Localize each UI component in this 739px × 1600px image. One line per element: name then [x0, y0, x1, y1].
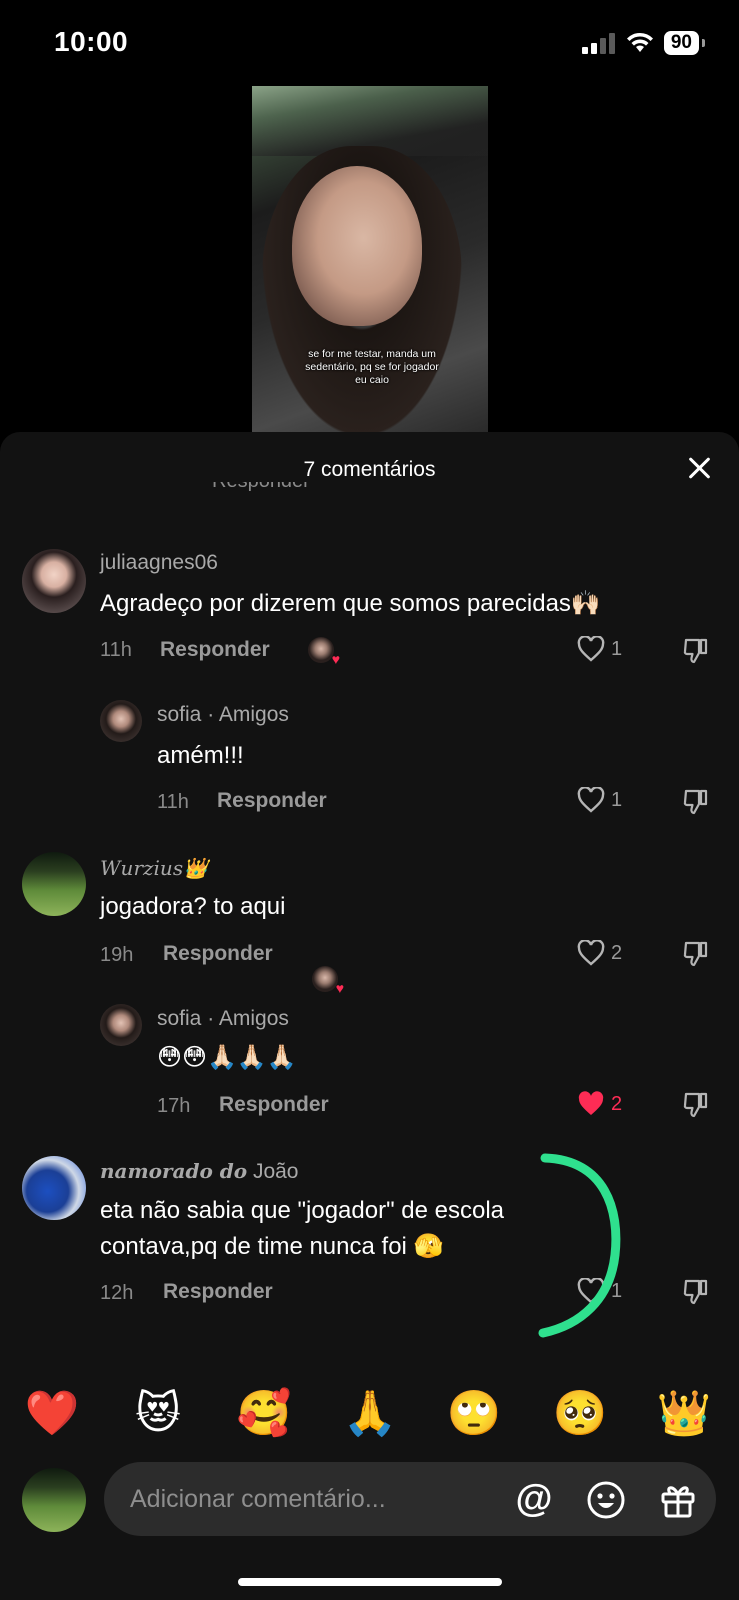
comment-input-placeholder: Adicionar comentário... — [130, 1485, 386, 1513]
comment-username[interactable]: sofia · Amigos — [157, 1007, 289, 1031]
comment-time: 19h — [100, 944, 134, 966]
comment-time: 11h — [100, 639, 132, 661]
comment-username[interactable]: namorado do João — [100, 1159, 298, 1184]
emoji-pleading[interactable]: 🥺 — [550, 1386, 610, 1442]
emoji-eye-roll[interactable]: 🙄 — [444, 1386, 504, 1442]
like-button[interactable]: 1 — [577, 787, 622, 813]
video-preview[interactable]: se for me testar, manda um sedentário, p… — [252, 86, 488, 432]
avatar[interactable] — [100, 1004, 142, 1046]
avatar[interactable] — [100, 700, 142, 742]
comment-username[interactable]: sofia · Amigos — [157, 703, 289, 727]
creator-liked-badge: ♥ — [312, 966, 344, 996]
emoji-quick-bar: ❤️ 😻 🥰 🙏 🙄 🥺 👑 — [0, 1386, 739, 1442]
like-button[interactable]: 2 — [577, 940, 622, 966]
dislike-icon[interactable] — [682, 788, 710, 816]
emoji-heart[interactable]: ❤️ — [22, 1386, 82, 1442]
comment-username[interactable]: juliaagnes06 — [100, 551, 218, 575]
creator-liked-badge: ♥ — [308, 637, 340, 667]
like-count: 1 — [611, 788, 623, 811]
comment-text: Agradeço por dizerem que somos parecidas… — [100, 590, 601, 617]
heart-icon: ♥ — [331, 651, 340, 667]
emoji-crown[interactable]: 👑 — [654, 1386, 714, 1442]
dislike-icon[interactable] — [682, 940, 710, 968]
like-button[interactable]: 1 — [577, 636, 622, 662]
heart-outline-icon — [577, 636, 605, 662]
like-count: 2 — [611, 1092, 623, 1115]
clipped-previous-comment-meta: Responder — [150, 482, 710, 508]
username-styled-part: namorado do — [100, 1159, 248, 1183]
avatar[interactable] — [22, 852, 86, 916]
reply-button[interactable]: Responder — [160, 638, 270, 662]
battery-indicator: 90 — [663, 31, 706, 55]
comment-text: amém!!! — [157, 742, 244, 769]
clipped-reply-label: Responder — [212, 482, 310, 492]
comment-time: 12h — [100, 1282, 134, 1304]
like-button[interactable]: 2 — [577, 1091, 622, 1117]
like-count: 2 — [611, 941, 623, 964]
mention-icon[interactable]: @ — [514, 1478, 554, 1520]
comment-time: 11h — [157, 791, 189, 813]
comment-time: 17h — [157, 1095, 191, 1117]
comments-count-title: 7 comentários — [303, 458, 436, 481]
signal-icon — [581, 33, 615, 54]
username-plain-part: João — [247, 1160, 299, 1183]
comment-text: jogadora? to aqui — [100, 893, 286, 920]
dislike-icon[interactable] — [682, 1278, 710, 1306]
green-annotation-bracket — [538, 1153, 621, 1338]
home-indicator — [238, 1578, 502, 1586]
gift-icon[interactable] — [658, 1480, 698, 1520]
comment-username[interactable]: 𝑊𝑢𝑟𝑧𝑖𝑢𝑠👑 — [100, 856, 208, 880]
reply-button[interactable]: Responder — [217, 789, 327, 813]
heart-outline-icon — [577, 787, 605, 813]
dislike-icon[interactable] — [682, 1091, 710, 1119]
avatar[interactable] — [22, 549, 86, 613]
heart-filled-icon — [578, 1091, 604, 1115]
reply-button[interactable]: Responder — [163, 942, 273, 966]
emoji-picker-icon[interactable] — [586, 1480, 626, 1520]
heart-icon: ♥ — [335, 980, 344, 996]
face-shape — [292, 166, 422, 326]
avatar[interactable] — [22, 1156, 86, 1220]
status-icons: 90 — [581, 30, 706, 56]
reply-button[interactable]: Responder — [219, 1093, 329, 1117]
wifi-icon — [626, 32, 653, 52]
emoji-smiling-hearts[interactable]: 🥰 — [234, 1386, 294, 1442]
status-time: 10:00 — [54, 26, 129, 57]
comment-text: 😳😳🙏🏻🙏🏻🙏🏻 — [157, 1044, 297, 1071]
comment-text-line-2: contava,pq de time nunca foi 🫣 — [100, 1233, 444, 1260]
like-count: 1 — [611, 637, 623, 660]
close-icon[interactable] — [683, 452, 715, 484]
heart-outline-icon — [577, 940, 605, 966]
dislike-icon[interactable] — [682, 637, 710, 665]
comment-text-line-1: eta não sabia que "jogador" de escola — [100, 1197, 505, 1224]
video-caption: se for me testar, manda um sedentário, p… — [305, 348, 439, 386]
emoji-heart-eyes-cat[interactable]: 😻 — [128, 1386, 188, 1442]
reply-button[interactable]: Responder — [163, 1280, 273, 1304]
emoji-folded-hands[interactable]: 🙏 — [340, 1386, 400, 1442]
current-user-avatar — [22, 1468, 86, 1532]
